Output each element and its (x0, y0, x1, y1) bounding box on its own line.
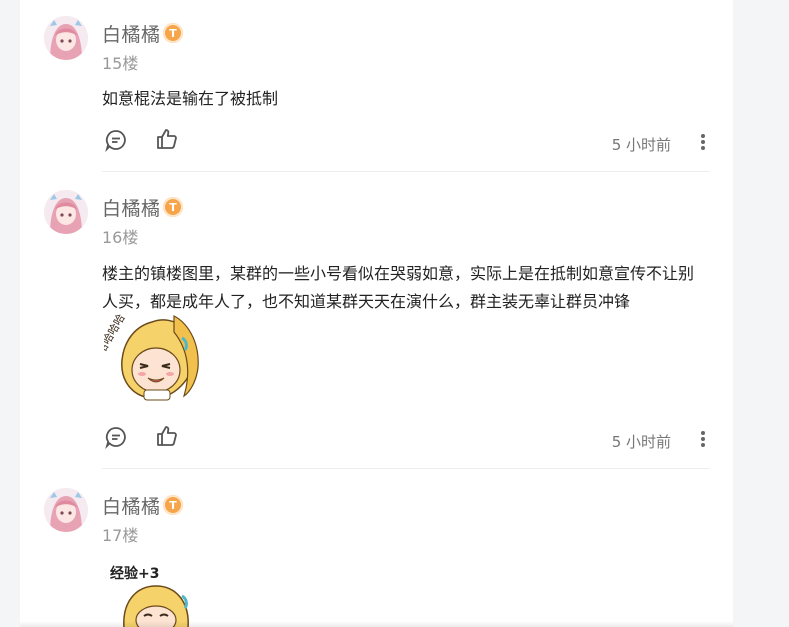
comment-bubble-icon[interactable] (104, 425, 128, 450)
thumbs-up-icon[interactable] (155, 127, 179, 151)
post-time: 5 小时前 (611, 433, 671, 451)
sticker-image: 经验+3 (104, 558, 200, 627)
avatar[interactable] (44, 190, 88, 234)
user-level-badge: T (163, 23, 183, 43)
comment-text: 如意棍法是输在了被抵制 (102, 89, 279, 108)
avatar[interactable] (44, 488, 88, 532)
divider (102, 468, 710, 469)
divider (102, 171, 710, 172)
post-time: 5 小时前 (611, 136, 671, 154)
floor-number: 16楼 (102, 228, 139, 247)
thumbs-up-icon[interactable] (155, 424, 179, 448)
username[interactable]: 白橘橘 (102, 194, 161, 221)
user-level-badge: T (163, 495, 183, 515)
username[interactable]: 白橘橘 (102, 20, 161, 47)
comment-text: 楼主的镇楼图里，某群的一些小号看似在哭弱如意，实际上是在抵制如意宣传不让别人买，… (102, 264, 695, 311)
floor-number: 15楼 (102, 54, 139, 73)
comment-bubble-icon[interactable] (104, 128, 128, 153)
bottom-shadow (20, 621, 733, 627)
sticker-image: 哈哈哈哈 (94, 312, 204, 404)
more-vertical-icon[interactable] (697, 132, 709, 152)
avatar[interactable] (44, 16, 88, 60)
badge-text: T (169, 26, 177, 40)
comment-list: 白橘橘 T 15楼 如意棍法是输在了被抵制 5 小时前 白橘橘 T 16楼 楼主… (20, 0, 733, 627)
badge-text: T (169, 200, 177, 214)
more-vertical-icon[interactable] (697, 429, 709, 449)
page-background (733, 0, 789, 627)
badge-text: T (169, 498, 177, 512)
sticker-caption: 经验+3 (110, 565, 159, 582)
user-level-badge: T (163, 197, 183, 217)
username[interactable]: 白橘橘 (102, 492, 161, 519)
floor-number: 17楼 (102, 526, 139, 545)
